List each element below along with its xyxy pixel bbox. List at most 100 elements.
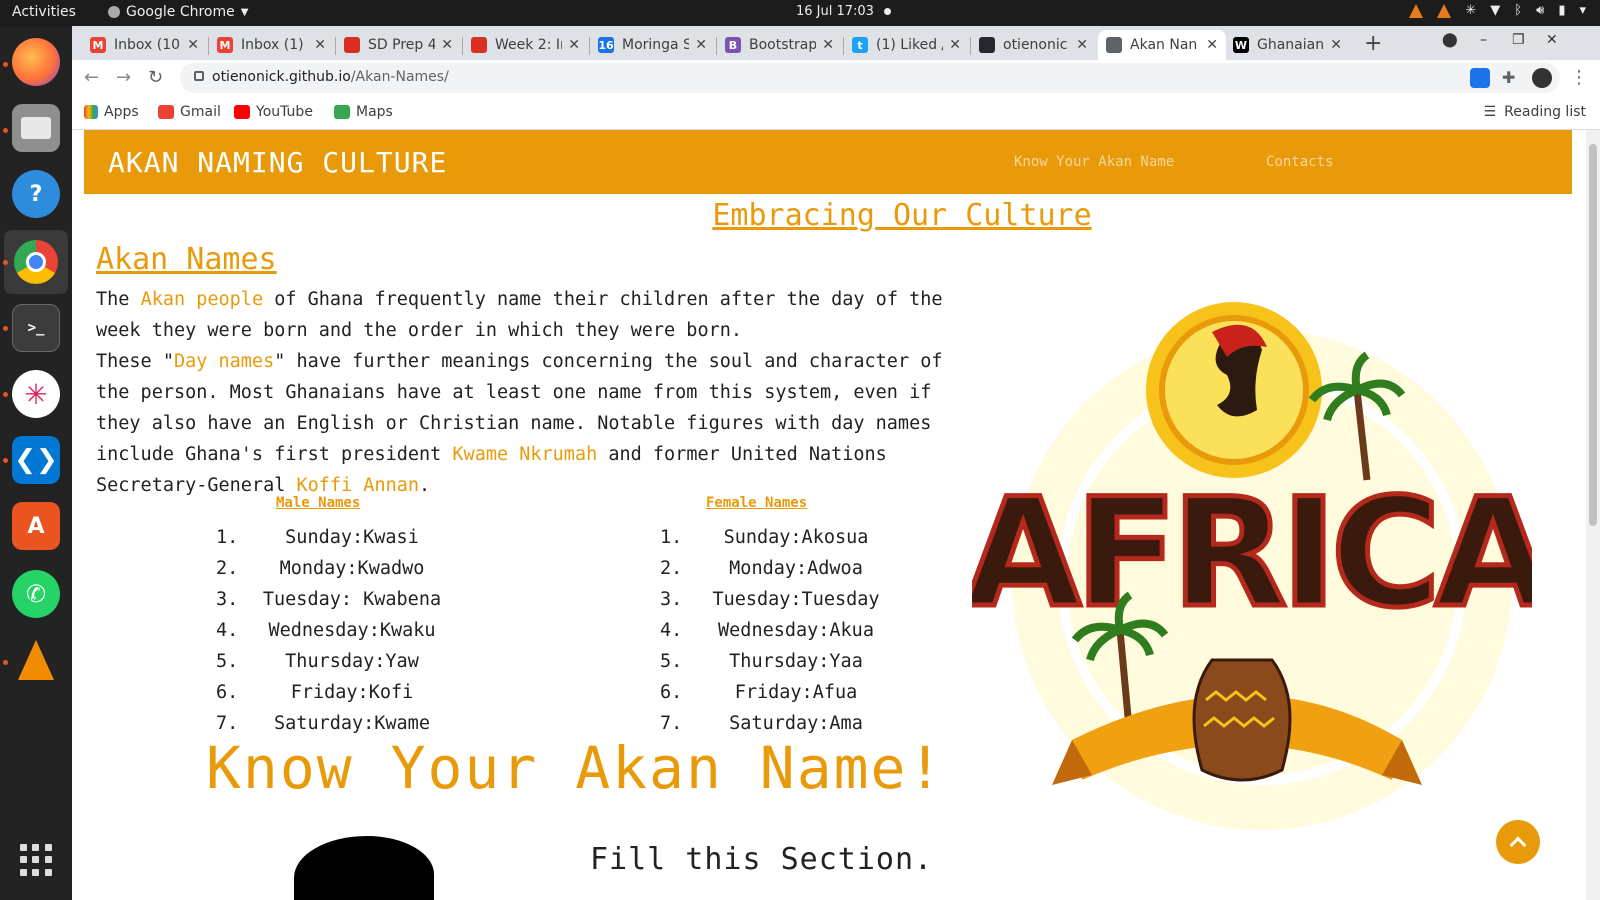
browser-tab[interactable]: Akan Nan ✕ xyxy=(1098,30,1226,60)
wifi-icon[interactable]: ▼ xyxy=(1490,3,1500,18)
warning-icon[interactable] xyxy=(1409,3,1424,18)
back-button[interactable]: ← xyxy=(84,67,99,88)
chevron-down-icon[interactable]: ▾ xyxy=(1579,3,1586,18)
browser-tab[interactable]: SD Prep 4 ✕ xyxy=(336,30,461,60)
files-icon[interactable] xyxy=(12,104,60,152)
browser-tab[interactable]: t (1) Liked / ✕ xyxy=(844,30,969,60)
profile-avatar[interactable] xyxy=(1532,68,1552,88)
terminal-icon[interactable]: >_ xyxy=(12,304,60,352)
close-tab-icon[interactable]: ✕ xyxy=(568,37,580,53)
browser-tab[interactable]: W Ghanaian ✕ xyxy=(1225,30,1350,60)
reading-list-button[interactable]: ☰ Reading list xyxy=(1484,104,1586,120)
clock[interactable]: 16 Jul 17:03 xyxy=(796,4,891,19)
page-viewport: AKAN NAMING CULTURE Know Your Akan Name … xyxy=(72,130,1600,900)
name-list-item: 6. Friday:Afua xyxy=(660,677,910,708)
reload-button[interactable]: ↻ xyxy=(148,67,163,88)
bookmark-maps[interactable]: Maps xyxy=(334,104,393,120)
slack-tray-icon[interactable]: ✳ xyxy=(1465,3,1476,18)
close-tab-icon[interactable]: ✕ xyxy=(822,37,834,53)
close-window-button[interactable]: ✕ xyxy=(1546,32,1558,48)
close-tab-icon[interactable]: ✕ xyxy=(1330,37,1342,53)
system-tray[interactable]: ✳ ▼ ᛒ 🔊︎ ▮ ▾ xyxy=(1409,3,1586,18)
gmail-icon xyxy=(158,105,174,119)
close-tab-icon[interactable]: ✕ xyxy=(441,37,453,53)
running-indicator xyxy=(3,128,8,133)
nav-link-contacts[interactable]: Contacts xyxy=(1266,154,1333,170)
name-list-item: 3. Tuesday:Tuesday xyxy=(660,584,910,615)
tab-search-icon[interactable]: ⬤ xyxy=(1442,32,1458,48)
chrome-icon[interactable] xyxy=(4,230,68,294)
browser-tab[interactable]: M Inbox (10 ✕ xyxy=(82,30,207,60)
browser-tab[interactable]: M Inbox (1) - ✕ xyxy=(209,30,334,60)
browser-tab[interactable]: B Bootstrap ✕ xyxy=(717,30,842,60)
chevron-up-icon xyxy=(1509,836,1527,854)
know-your-name-heading: Know Your Akan Name! xyxy=(206,734,945,802)
list-number: 2. xyxy=(216,558,239,579)
close-tab-icon[interactable]: ✕ xyxy=(949,37,961,53)
browser-tab[interactable]: Week 2: In ✕ xyxy=(463,30,588,60)
close-tab-icon[interactable]: ✕ xyxy=(314,37,326,53)
bookmark-gmail[interactable]: Gmail xyxy=(158,104,221,120)
link-day-names[interactable]: Day names xyxy=(174,351,274,372)
menu-kebab-icon[interactable]: ⋮ xyxy=(1570,67,1588,88)
whatsapp-icon[interactable]: ✆ xyxy=(12,570,60,618)
help-icon[interactable]: ? xyxy=(12,170,60,218)
tab-title: otienonic xyxy=(1003,37,1068,53)
africa-word: AFRICA xyxy=(972,467,1532,641)
bluetooth-icon[interactable]: ᛒ xyxy=(1514,3,1522,18)
browser-tab[interactable]: 16 Moringa S ✕ xyxy=(590,30,715,60)
link-kwame-nkrumah[interactable]: Kwame Nkrumah xyxy=(452,444,597,465)
minimize-button[interactable]: – xyxy=(1480,32,1487,48)
day-name-text: Wednesday:Kwaku xyxy=(268,620,436,641)
link-akan-people[interactable]: Akan people xyxy=(141,289,264,310)
new-tab-button[interactable]: + xyxy=(1364,31,1382,56)
show-apps-icon[interactable] xyxy=(20,844,52,876)
vlc-tray-icon[interactable] xyxy=(1437,3,1452,18)
address-bar[interactable]: otienonick.github.io/Akan-Names/ ☆ xyxy=(180,63,1560,93)
vscode-icon[interactable]: ❮❯ xyxy=(12,436,60,484)
name-list-item: 1. Sunday:Kwasi xyxy=(216,522,466,553)
male-names-list: 1. Sunday:Kwasi 2. Monday:Kwadwo 3. Tuesday: … xyxy=(216,522,466,739)
extension-icon[interactable] xyxy=(1470,68,1490,88)
tab-title: Akan Nan xyxy=(1130,37,1198,53)
scroll-to-top-button[interactable] xyxy=(1496,820,1540,864)
page-subtitle: Embracing Our Culture xyxy=(712,198,1092,233)
site-brand[interactable]: AKAN NAMING CULTURE xyxy=(108,146,447,179)
list-number: 3. xyxy=(660,589,683,610)
day-name-text: Tuesday: Kwabena xyxy=(262,589,442,610)
tab-title: Moringa S xyxy=(622,37,690,53)
app-menu[interactable]: Google Chrome ▼ xyxy=(108,4,248,20)
slack-icon[interactable]: ✳ xyxy=(12,370,60,418)
page-scrollbar[interactable] xyxy=(1586,130,1600,900)
bookmark-apps[interactable]: Apps xyxy=(84,104,139,120)
name-list-item: 1. Sunday:Akosua xyxy=(660,522,910,553)
female-names-list: 1. Sunday:Akosua 2. Monday:Adwoa 3. Tuesday:T… xyxy=(660,522,910,739)
close-tab-icon[interactable]: ✕ xyxy=(695,37,707,53)
nav-link-know-your-name[interactable]: Know Your Akan Name xyxy=(1014,154,1174,170)
close-tab-icon[interactable]: ✕ xyxy=(1076,37,1088,53)
volume-icon[interactable]: 🔊︎ xyxy=(1536,3,1544,18)
browser-tab[interactable]: otienonic ✕ xyxy=(971,30,1096,60)
list-number: 5. xyxy=(660,651,683,672)
vlc-icon[interactable] xyxy=(12,636,60,684)
tab-strip: + ⬤ – ❐ ✕ M Inbox (10 ✕ M Inbox (1) - ✕ SD Pre… xyxy=(72,26,1600,60)
extensions-puzzle-icon[interactable]: ✚ xyxy=(1502,68,1522,88)
close-tab-icon[interactable]: ✕ xyxy=(187,37,199,53)
url-text: otienonick.github.io/Akan-Names/ xyxy=(212,69,449,85)
forward-button[interactable]: → xyxy=(116,67,131,88)
link-koffi-annan[interactable]: Koffi Annan xyxy=(296,475,419,496)
lock-icon[interactable] xyxy=(194,71,204,81)
maximize-button[interactable]: ❐ xyxy=(1512,32,1525,48)
software-icon[interactable]: A xyxy=(12,502,60,550)
battery-icon[interactable]: ▮ xyxy=(1558,3,1565,18)
running-indicator xyxy=(3,392,8,397)
list-number: 6. xyxy=(216,682,239,703)
scrollbar-thumb[interactable] xyxy=(1589,144,1597,526)
activities-button[interactable]: Activities xyxy=(12,4,76,20)
bookmark-youtube[interactable]: YouTube xyxy=(234,104,313,120)
notification-dot-icon xyxy=(883,8,891,15)
firefox-icon[interactable] xyxy=(12,38,60,86)
close-tab-icon[interactable]: ✕ xyxy=(1206,37,1218,53)
list-number: 4. xyxy=(216,620,239,641)
apps-grid-icon xyxy=(84,105,98,119)
